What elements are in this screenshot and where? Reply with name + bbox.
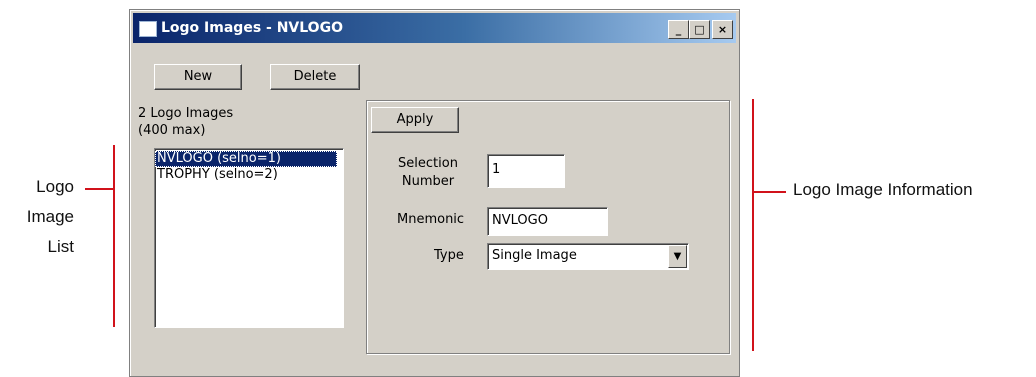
close-button[interactable]: ×	[712, 20, 733, 39]
logo-images-window: Logo Images - NVLOGO _ □ × New Delete 2 …	[129, 9, 740, 377]
selection-number-input[interactable]: 1	[487, 154, 565, 188]
list-item[interactable]: TROPHY (selno=2)	[155, 167, 337, 183]
delete-button[interactable]: Delete	[270, 64, 360, 90]
annotation-line-2: Image	[26, 207, 74, 226]
right-annotation-bracket	[752, 99, 754, 351]
close-icon: ×	[717, 23, 728, 36]
logo-image-list-annotation: Logo Image List	[10, 172, 74, 262]
window-title: Logo Images - NVLOGO	[161, 20, 343, 36]
apply-button[interactable]: Apply	[371, 107, 459, 133]
list-item-label: NVLOGO (selno=1)	[157, 151, 281, 166]
title-bar[interactable]: Logo Images - NVLOGO _ □ ×	[133, 13, 736, 43]
selection-number-value: 1	[492, 162, 501, 177]
mnemonic-label: Mnemonic	[397, 212, 465, 227]
mnemonic-value: NVLOGO	[492, 213, 548, 228]
logo-max-line: (400 max)	[138, 123, 206, 138]
new-button[interactable]: New	[154, 64, 242, 90]
logo-image-information-annotation: Logo Image Information	[793, 180, 973, 199]
type-dropdown[interactable]: Single Image ▼	[487, 243, 689, 270]
selection-label-line: Selection	[398, 156, 458, 171]
chevron-down-icon: ▼	[673, 251, 682, 262]
dropdown-arrow-button[interactable]: ▼	[668, 245, 687, 268]
maximize-icon: □	[694, 23, 705, 36]
type-value: Single Image	[492, 248, 577, 263]
logo-count-line: 2 Logo Images	[138, 106, 234, 121]
minimize-button[interactable]: _	[668, 20, 689, 39]
annotation-line-1: Logo	[36, 177, 74, 196]
minimize-icon: _	[675, 23, 682, 36]
window-icon	[139, 21, 157, 37]
list-item[interactable]: NVLOGO (selno=1)	[155, 151, 337, 167]
list-item-label: TROPHY (selno=2)	[157, 167, 278, 182]
type-label: Type	[434, 248, 464, 263]
number-label-line: Number	[401, 174, 455, 189]
right-annotation-connector	[752, 191, 786, 193]
logo-image-list[interactable]: NVLOGO (selno=1) TROPHY (selno=2)	[154, 148, 344, 328]
left-annotation-connector	[85, 188, 115, 190]
selection-number-label: Selection Number	[387, 155, 469, 191]
maximize-button[interactable]: □	[689, 20, 710, 39]
logo-count-label: 2 Logo Images (400 max)	[138, 105, 233, 139]
mnemonic-input[interactable]: NVLOGO	[487, 207, 608, 236]
logo-info-group: Apply Selection Number 1 Mnemonic NVLOGO…	[366, 100, 730, 354]
left-annotation-bracket	[113, 145, 115, 327]
annotation-line-3: List	[47, 237, 74, 256]
